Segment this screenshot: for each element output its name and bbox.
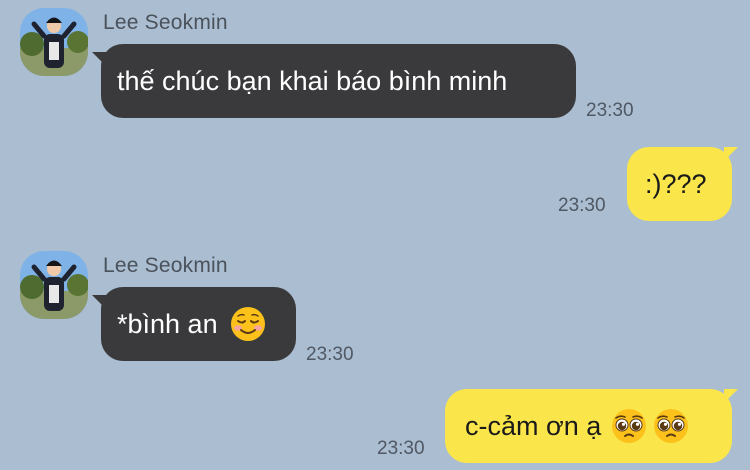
pleading-face-emoji: [653, 408, 689, 444]
sender-name: Lee Seokmin: [103, 11, 228, 34]
message-text: :)???: [645, 168, 707, 199]
message-timestamp: 23:30: [377, 438, 425, 459]
bubble-tail: [724, 389, 738, 403]
message-bubble-incoming[interactable]: thế chúc bạn khai báo bình minh: [101, 44, 576, 118]
pleading-face-emoji: [611, 408, 647, 444]
avatar[interactable]: [20, 251, 88, 319]
message-bubble-incoming[interactable]: *bình an: [101, 287, 296, 361]
message-bubble-outgoing[interactable]: c-cảm ơn ạ: [445, 389, 732, 463]
message-timestamp: 23:30: [586, 100, 634, 121]
message-text: thế chúc bạn khai báo bình minh: [117, 65, 508, 96]
message-timestamp: 23:30: [306, 344, 354, 365]
message-timestamp: 23:30: [558, 195, 606, 216]
bubble-tail: [724, 147, 738, 161]
avatar[interactable]: [20, 8, 88, 76]
message-text: c-cảm ơn ạ: [465, 410, 602, 441]
message-text: *bình an: [117, 308, 218, 339]
smiling-face-emoji: [230, 306, 266, 342]
sender-name: Lee Seokmin: [103, 254, 228, 277]
message-bubble-outgoing[interactable]: :)???: [627, 147, 732, 221]
